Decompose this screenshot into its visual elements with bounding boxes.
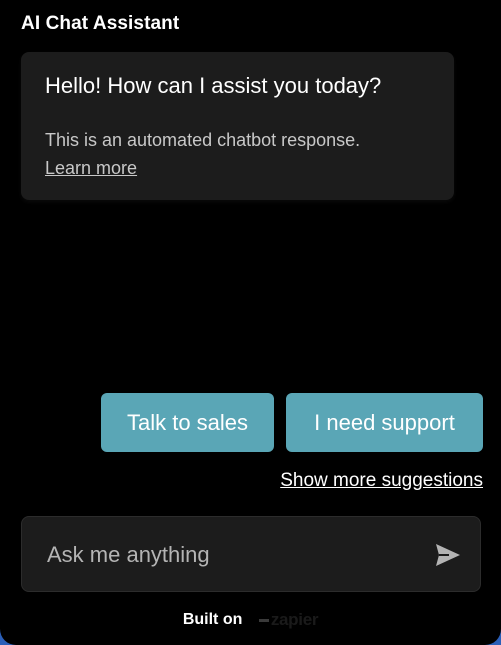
zapier-dash-icon <box>258 619 269 623</box>
bot-greeting: Hello! How can I assist you today? <box>45 73 382 98</box>
need-support-button[interactable]: I need support <box>286 393 483 452</box>
talk-to-sales-button[interactable]: Talk to sales <box>101 393 274 452</box>
learn-more-link[interactable]: Learn more <box>45 158 137 179</box>
zapier-wordmark: zapier <box>270 610 319 629</box>
bot-message-card: Hello! How can I assist you today? This … <box>21 52 454 200</box>
automated-response-note: This is an automated chatbot response. <box>45 130 361 150</box>
footer: Built on zapier <box>0 610 501 630</box>
show-more-suggestions-link[interactable]: Show more suggestions <box>280 470 483 492</box>
message-input[interactable] <box>45 517 429 593</box>
chat-title: AI Chat Assistant <box>21 13 180 34</box>
chat-widget: AI Chat Assistant Hello! How can I assis… <box>0 0 501 645</box>
message-composer <box>21 516 481 593</box>
built-on-label: Built on <box>182 611 243 628</box>
zapier-logo[interactable]: zapier <box>258 610 319 630</box>
send-icon[interactable] <box>435 543 461 567</box>
